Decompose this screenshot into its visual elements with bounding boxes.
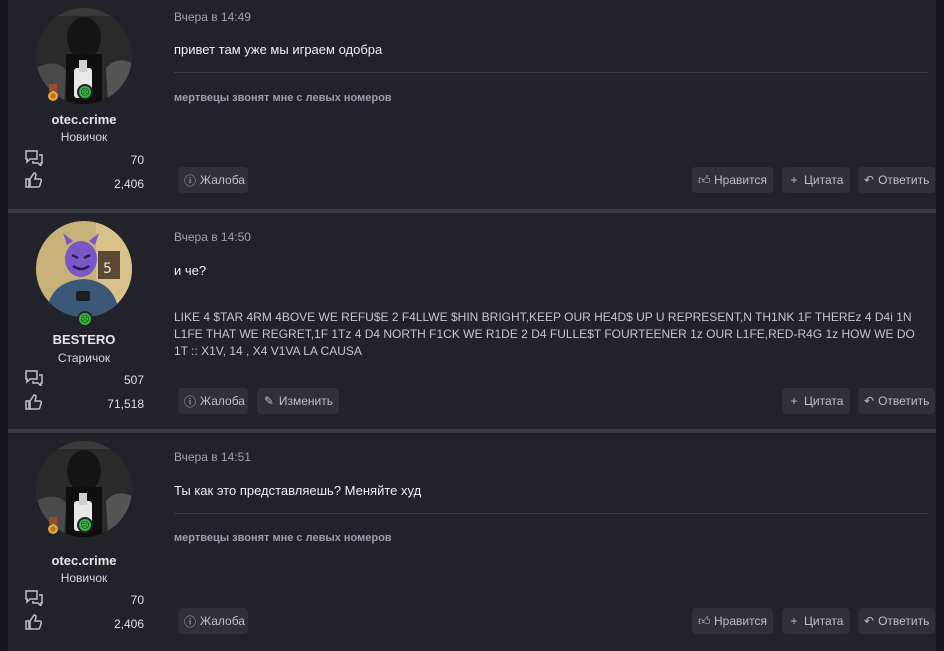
medal-icon bbox=[46, 517, 60, 537]
signature: мертвецы звонят мне с левых номеров bbox=[174, 532, 392, 544]
reply-button[interactable]: ↶ Ответить bbox=[858, 608, 935, 634]
quote-button[interactable]: + Цитата bbox=[782, 608, 850, 634]
reply-arrow-icon: ↶ bbox=[864, 173, 875, 187]
user-rank: Новичок bbox=[60, 571, 108, 585]
user-info: 5 ☹ BESTERO Старичок 507 71,518 bbox=[8, 213, 160, 429]
thumbs-up-icon bbox=[25, 614, 43, 630]
user-rank: Старичок bbox=[57, 351, 111, 365]
thread: ☹ otec.crime Новичок 70 2,406 Вчера в 14… bbox=[0, 0, 944, 651]
messages-count: 70 bbox=[130, 153, 144, 167]
thumbs-up-icon bbox=[25, 394, 43, 410]
report-button[interactable]: ⓘ Жалоба bbox=[178, 167, 248, 193]
post-message: и че? bbox=[174, 263, 207, 278]
reply-button[interactable]: ↶ Ответить bbox=[858, 167, 935, 193]
post-content: Вчера в 14:49 привет там уже мы играем о… bbox=[174, 0, 935, 209]
thumbs-up-icon: 👍︎ bbox=[698, 172, 711, 187]
post-time[interactable]: Вчера в 14:49 bbox=[174, 10, 251, 24]
signature-divider bbox=[174, 72, 928, 73]
signature-divider bbox=[174, 513, 928, 514]
speech-bubbles-icon bbox=[25, 590, 43, 606]
plus-icon: + bbox=[790, 173, 798, 187]
report-button[interactable]: ⓘ Жалоба bbox=[178, 388, 248, 414]
username[interactable]: otec.crime bbox=[8, 553, 160, 568]
like-button[interactable]: 👍︎ Нравится bbox=[692, 608, 773, 634]
alert-circle-icon: ⓘ bbox=[184, 394, 197, 409]
user-info: ☹ otec.crime Новичок 70 2,406 bbox=[8, 433, 160, 651]
quote-button[interactable]: + Цитата bbox=[782, 388, 850, 414]
post-content: Вчера в 14:51 Ты как это представляешь? … bbox=[174, 433, 935, 651]
post: ☹ otec.crime Новичок 70 2,406 Вчера в 14… bbox=[8, 0, 936, 209]
quote-button[interactable]: + Цитата bbox=[782, 167, 850, 193]
like-button[interactable]: 👍︎ Нравится bbox=[692, 167, 773, 193]
speech-bubbles-icon bbox=[25, 370, 43, 386]
post-content: Вчера в 14:50 и че? LIKE 4 $TAR 4RM 4BOV… bbox=[174, 213, 935, 429]
messages-count: 507 bbox=[123, 373, 144, 387]
post-time[interactable]: Вчера в 14:51 bbox=[174, 450, 251, 464]
thumbs-up-icon bbox=[25, 172, 43, 188]
likes-count: 2,406 bbox=[113, 177, 144, 191]
reply-arrow-icon: ↶ bbox=[864, 614, 875, 628]
alert-circle-icon: ⓘ bbox=[184, 614, 197, 629]
post: 5 ☹ BESTERO Старичок 507 71,518 Вчера в … bbox=[8, 213, 936, 429]
messages-count: 70 bbox=[130, 593, 144, 607]
signature: мертвецы звонят мне с левых номеров bbox=[174, 92, 392, 104]
username[interactable]: BESTERO bbox=[8, 332, 160, 347]
plus-icon: + bbox=[790, 614, 798, 628]
edit-button[interactable]: ✎ Изменить bbox=[257, 388, 339, 414]
reply-arrow-icon: ↶ bbox=[864, 394, 875, 408]
likes-count: 71,518 bbox=[107, 397, 144, 411]
online-status-icon: ☹ bbox=[77, 84, 93, 100]
report-button[interactable]: ⓘ Жалоба bbox=[178, 608, 248, 634]
online-status-icon: ☹ bbox=[77, 311, 93, 327]
post-long-text: LIKE 4 $TAR 4RM 4BOVE WE REFU$E 2 F4LLWE… bbox=[174, 310, 915, 358]
user-rank: Новичок bbox=[60, 130, 108, 144]
pencil-icon: ✎ bbox=[263, 394, 274, 408]
plus-icon: + bbox=[790, 394, 798, 408]
post-message: привет там уже мы играем одобра bbox=[174, 42, 383, 57]
thumbs-up-icon: 👍︎ bbox=[698, 613, 711, 628]
speech-bubbles-icon bbox=[25, 150, 43, 166]
post-message: Ты как это представляешь? Меняйте худ bbox=[174, 483, 422, 498]
alert-circle-icon: ⓘ bbox=[184, 173, 197, 188]
likes-count: 2,406 bbox=[113, 617, 144, 631]
username[interactable]: otec.crime bbox=[8, 112, 160, 127]
user-info: ☹ otec.crime Новичок 70 2,406 bbox=[8, 0, 160, 209]
online-status-icon: ☹ bbox=[77, 517, 93, 533]
reply-button[interactable]: ↶ Ответить bbox=[858, 388, 935, 414]
post-time[interactable]: Вчера в 14:50 bbox=[174, 230, 251, 244]
svg-text:5: 5 bbox=[103, 261, 112, 277]
medal-icon bbox=[46, 84, 60, 104]
post: ☹ otec.crime Новичок 70 2,406 Вчера в 14… bbox=[8, 433, 936, 651]
avatar[interactable]: 5 bbox=[36, 221, 132, 317]
